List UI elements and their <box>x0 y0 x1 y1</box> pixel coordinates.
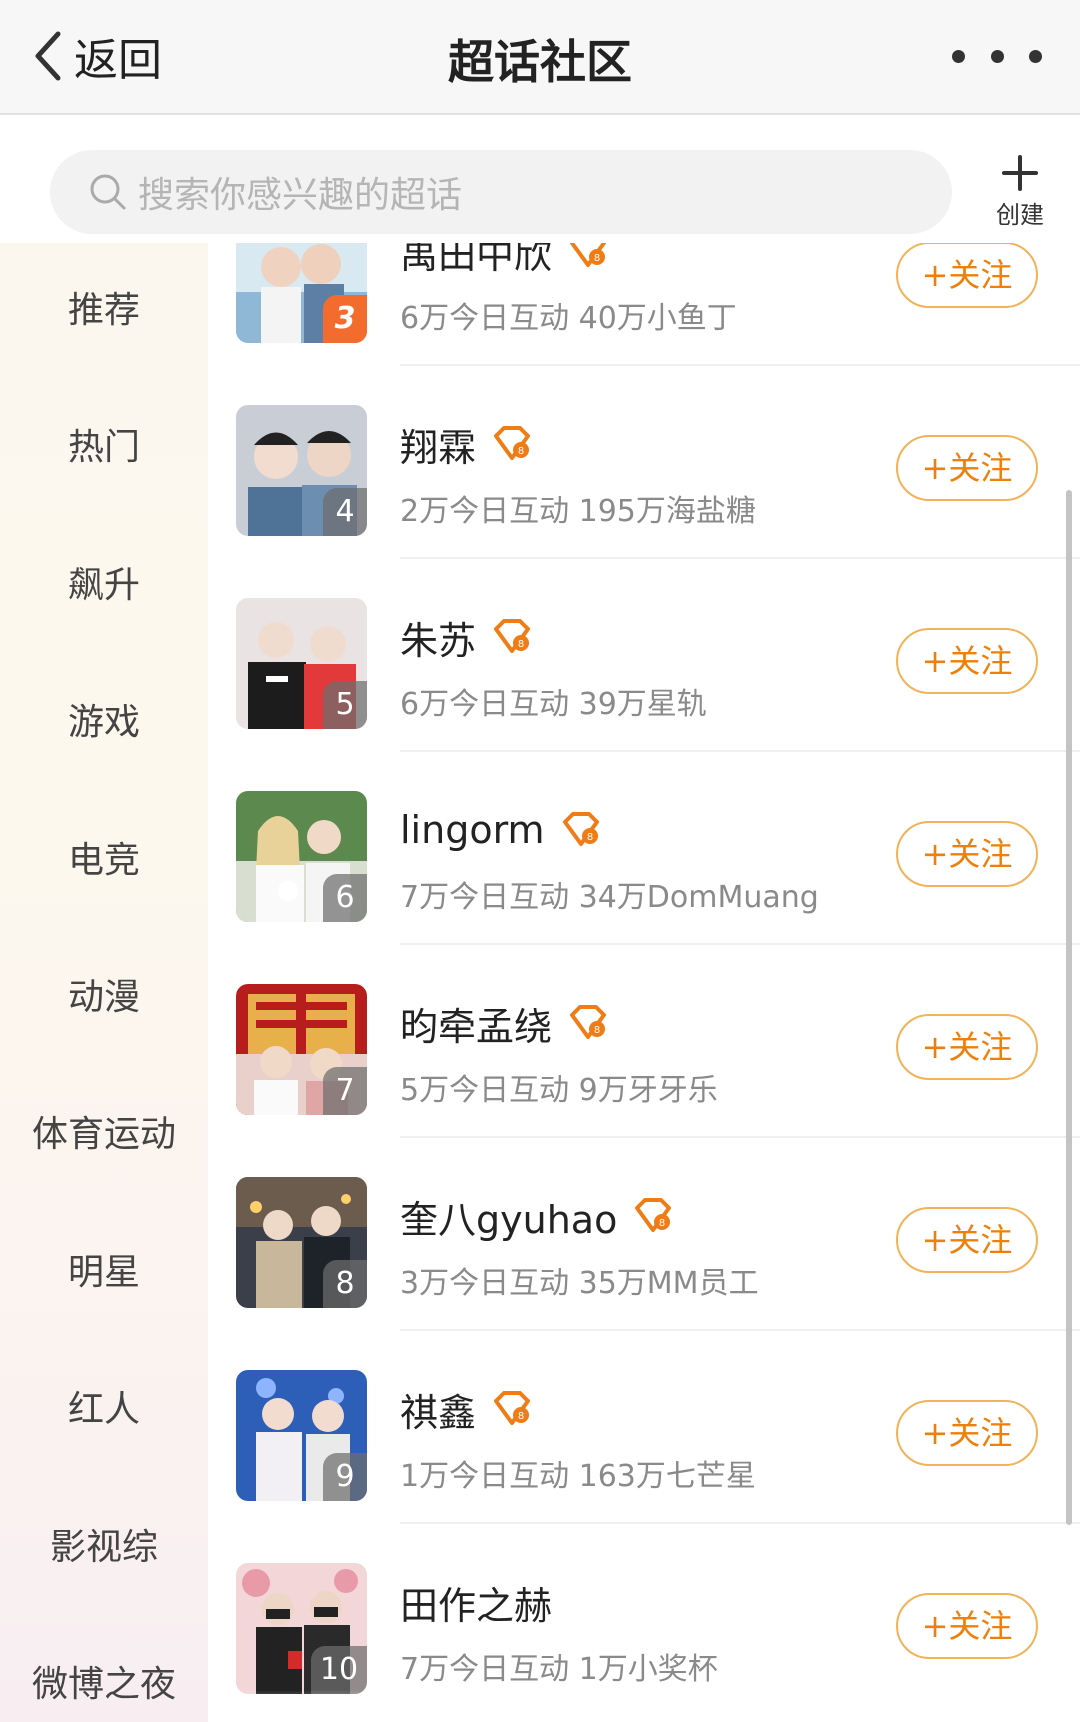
search-input[interactable]: 搜索你感兴趣的超话 <box>50 150 952 234</box>
list-item[interactable]: 3 禹田中欣 8 6万今日互动 40万小鱼丁 +关注 <box>208 243 1080 366</box>
community-stats: 1万今日互动 163万七芒星 <box>400 1459 756 1494</box>
scrollbar[interactable] <box>1066 490 1072 1525</box>
list-item[interactable]: 7 昀牵孟绕 8 5万今日互动 9万牙牙乐 +关注 <box>208 945 1080 1138</box>
category-sidebar: 推荐 热门 飙升 游戏 电竞 动漫 体育运动 明星 红人 影视综 微博之夜 <box>0 243 208 1722</box>
community-name-line[interactable]: 田作之赫 <box>400 1576 552 1628</box>
category-film-tv[interactable]: 影视综 <box>0 1518 208 1570</box>
community-stats: 2万今日互动 195万海盐糖 <box>400 494 756 529</box>
community-thumbnail[interactable]: 6 <box>236 791 367 922</box>
follow-button[interactable]: +关注 <box>896 243 1038 308</box>
rank-badge: 3 <box>323 295 367 343</box>
page-title: 超话社区 <box>448 35 632 89</box>
community-thumbnail[interactable]: 4 <box>236 405 367 536</box>
rank-badge: 6 <box>323 874 367 922</box>
more-dot-icon <box>990 49 1004 63</box>
community-name: 禹田中欣 <box>400 243 553 277</box>
community-stats: 3万今日互动 35万MM员工 <box>400 1266 759 1301</box>
rank-badge: 9 <box>323 1453 367 1501</box>
diamond-badge-icon: 8 <box>562 812 599 846</box>
bottom-fade <box>208 1690 1080 1722</box>
community-name-line[interactable]: 祺鑫 8 <box>400 1383 532 1435</box>
community-stats: 6万今日互动 40万小鱼丁 <box>400 301 737 336</box>
follow-button[interactable]: +关注 <box>896 1400 1038 1466</box>
category-weibo-night[interactable]: 微博之夜 <box>0 1655 208 1707</box>
community-name-line[interactable]: 禹田中欣 8 <box>400 243 608 277</box>
community-thumbnail[interactable]: 10 <box>236 1563 367 1694</box>
community-stats: 6万今日互动 39万星轨 <box>400 687 707 722</box>
community-thumbnail[interactable]: 9 <box>236 1370 367 1501</box>
follow-button[interactable]: +关注 <box>896 435 1038 501</box>
svg-text:8: 8 <box>659 1218 665 1229</box>
category-influencers[interactable]: 红人 <box>0 1380 208 1432</box>
community-thumbnail[interactable]: 7 <box>236 984 367 1115</box>
rank-badge: 7 <box>323 1067 367 1115</box>
category-recommend[interactable]: 推荐 <box>0 281 208 333</box>
diamond-badge-icon: 8 <box>494 619 531 653</box>
diamond-badge-icon: 8 <box>570 243 607 267</box>
category-anime[interactable]: 动漫 <box>0 968 208 1020</box>
community-stats: 5万今日互动 9万牙牙乐 <box>400 1073 718 1108</box>
svg-text:8: 8 <box>518 1411 524 1422</box>
community-name-line[interactable]: 翔霖 8 <box>400 418 532 470</box>
list-item[interactable]: 10 田作之赫 7万今日互动 1万小奖杯 +关注 <box>208 1524 1080 1717</box>
svg-text:8: 8 <box>518 639 524 650</box>
follow-button[interactable]: +关注 <box>896 628 1038 694</box>
list-item[interactable]: 4 翔霖 8 2万今日互动 195万海盐糖 +关注 <box>208 366 1080 559</box>
search-placeholder: 搜索你感兴趣的超话 <box>138 175 463 216</box>
category-stars[interactable]: 明星 <box>0 1243 208 1295</box>
community-list: 3 禹田中欣 8 6万今日互动 40万小鱼丁 +关注 4 翔霖 8 2万今日互动… <box>208 243 1080 1722</box>
category-sports[interactable]: 体育运动 <box>0 1105 208 1157</box>
community-name: 祺鑫 <box>400 1390 477 1435</box>
search-icon <box>90 174 126 210</box>
follow-button[interactable]: +关注 <box>896 1593 1038 1659</box>
community-name-line[interactable]: 奎八gyuhao 8 <box>400 1190 673 1242</box>
community-name: 奎八gyuhao <box>400 1197 618 1242</box>
follow-button[interactable]: +关注 <box>896 1207 1038 1273</box>
list-item[interactable]: 6 lingorm 8 7万今日互动 34万DomMuang +关注 <box>208 752 1080 945</box>
list-item[interactable]: 5 朱苏 8 6万今日互动 39万星轨 +关注 <box>208 559 1080 752</box>
create-button[interactable]: 创建 <box>982 153 1058 237</box>
diamond-badge-icon: 8 <box>494 426 531 460</box>
more-dot-icon <box>1029 49 1042 63</box>
svg-text:8: 8 <box>594 1025 600 1036</box>
community-name: 田作之赫 <box>400 1583 553 1628</box>
top-bar: 返回 超话社区 <box>0 0 1080 115</box>
rank-badge: 4 <box>323 488 367 536</box>
community-name-line[interactable]: lingorm 8 <box>400 804 601 856</box>
svg-text:8: 8 <box>518 446 524 457</box>
community-name: 昀牵孟绕 <box>400 1004 553 1049</box>
category-esports[interactable]: 电竞 <box>0 831 208 883</box>
list-item[interactable]: 9 祺鑫 8 1万今日互动 163万七芒星 +关注 <box>208 1331 1080 1524</box>
follow-button[interactable]: +关注 <box>896 821 1038 887</box>
diamond-badge-icon: 8 <box>494 1391 531 1425</box>
svg-text:8: 8 <box>594 253 600 264</box>
community-stats: 7万今日互动 34万DomMuang <box>400 880 819 915</box>
rank-badge: 8 <box>323 1260 367 1308</box>
category-games[interactable]: 游戏 <box>0 693 208 745</box>
community-thumbnail[interactable]: 8 <box>236 1177 367 1308</box>
community-name: 朱苏 <box>400 618 477 663</box>
list-item[interactable]: 8 奎八gyuhao 8 3万今日互动 35万MM员工 +关注 <box>208 1138 1080 1331</box>
category-hot[interactable]: 热门 <box>0 418 208 470</box>
diamond-badge-icon: 8 <box>635 1198 672 1232</box>
more-options-button[interactable] <box>952 46 1042 66</box>
community-name-line[interactable]: 昀牵孟绕 8 <box>400 997 608 1049</box>
search-bar-row: 搜索你感兴趣的超话 创建 <box>0 115 1080 243</box>
rank-badge: 10 <box>311 1646 367 1694</box>
community-name-line[interactable]: 朱苏 8 <box>400 611 532 663</box>
create-label: 创建 <box>996 201 1044 229</box>
rank-badge: 5 <box>323 681 367 729</box>
diamond-badge-icon: 8 <box>570 1005 607 1039</box>
category-rising[interactable]: 飙升 <box>0 556 208 608</box>
plus-icon <box>1002 155 1038 191</box>
community-name: 翔霖 <box>400 425 477 470</box>
more-dot-icon <box>952 49 965 63</box>
community-thumbnail[interactable]: 5 <box>236 598 367 729</box>
follow-button[interactable]: +关注 <box>896 1014 1038 1080</box>
svg-text:8: 8 <box>586 832 592 843</box>
community-stats: 7万今日互动 1万小奖杯 <box>400 1652 718 1687</box>
community-thumbnail[interactable]: 3 <box>236 243 367 343</box>
community-name: lingorm <box>400 808 545 852</box>
